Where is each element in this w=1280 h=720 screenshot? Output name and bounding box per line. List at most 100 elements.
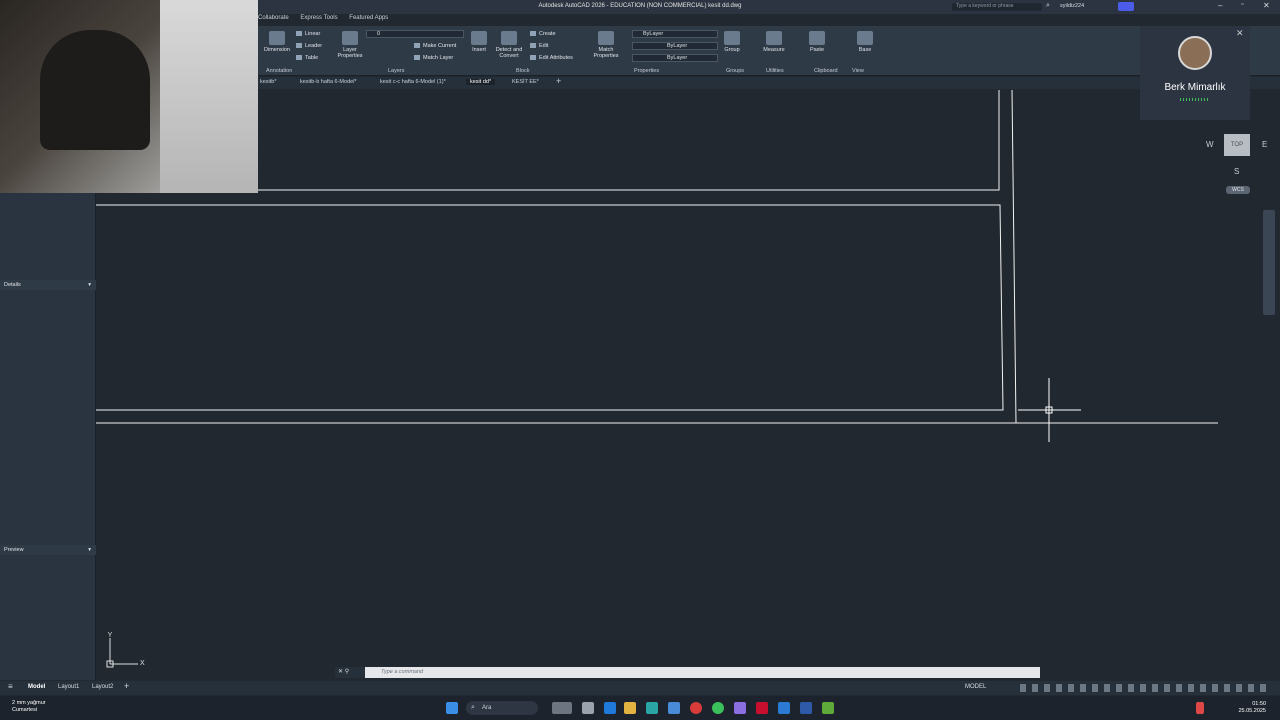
compass-south[interactable]: S	[1234, 167, 1239, 176]
file-tab[interactable]: kesitb-b hafta 6-Model*	[300, 79, 357, 85]
app-icon[interactable]	[778, 702, 790, 714]
edge-icon[interactable]	[646, 702, 658, 714]
close-icon[interactable]: ✕	[1263, 1, 1270, 10]
model-space-toggle[interactable]: MODEL	[965, 684, 986, 690]
chevron-down-icon[interactable]: ▾	[88, 545, 91, 555]
match-properties-button[interactable]: Match Properties	[592, 31, 620, 59]
command-input[interactable]: Type a command	[381, 669, 423, 675]
dimension-button[interactable]: Dimension	[262, 31, 292, 53]
make-current-button[interactable]: Make Current	[414, 43, 456, 49]
wcs-menu[interactable]: WCS	[1226, 186, 1250, 194]
paste-button[interactable]: Paste	[806, 31, 828, 53]
notifications-icon[interactable]	[1118, 2, 1134, 11]
file-tab-active[interactable]: kesit dd*	[466, 79, 496, 85]
table-icon	[296, 55, 302, 61]
app-icon[interactable]	[822, 702, 834, 714]
avatar	[1178, 36, 1212, 70]
microphone-icon[interactable]	[1196, 702, 1204, 714]
match-layer-button[interactable]: Match Layer	[414, 55, 453, 61]
command-line-controls[interactable]: ✕ ⚲	[335, 667, 365, 678]
create-block-button[interactable]: Create	[530, 31, 556, 37]
dimension-icon	[269, 31, 285, 45]
utilities-panel-label[interactable]: Utilities	[766, 68, 784, 74]
viewcube[interactable]: TOP W E S WCS	[1200, 130, 1276, 200]
details-header[interactable]: Details ▾	[0, 280, 96, 290]
tab-layout2[interactable]: Layout2	[92, 684, 113, 690]
ucs-x-label: X	[140, 660, 145, 667]
whatsapp-icon[interactable]	[712, 702, 724, 714]
chevron-down-icon[interactable]: ▾	[88, 280, 91, 290]
store-icon[interactable]	[668, 702, 680, 714]
weather-widget[interactable]: 2 mm yağmur Cumartesi	[12, 700, 46, 714]
system-clock[interactable]: 01:50 25.05.2025	[1238, 701, 1266, 715]
file-explorer-icon[interactable]	[624, 702, 636, 714]
compass-west[interactable]: W	[1206, 140, 1214, 149]
photoshop-icon[interactable]	[800, 702, 812, 714]
edit-block-button[interactable]: Edit	[530, 43, 548, 49]
search-icon[interactable]: ⌕	[1046, 2, 1050, 10]
edit-attributes-button[interactable]: Edit Attributes	[530, 55, 573, 61]
layer-properties-button[interactable]: Layer Properties	[336, 31, 364, 59]
side-palette: Details ▾ Preview ▾	[0, 193, 96, 680]
lineweight-dropdown[interactable]: ByLayer	[632, 54, 718, 62]
file-tab[interactable]: kesitb*	[260, 79, 277, 85]
maximize-icon[interactable]: ▫	[1241, 1, 1243, 8]
ruler-icon	[766, 31, 782, 45]
taskbar-search[interactable]: ⌕ Ara	[466, 701, 538, 715]
hamburger-menu-icon[interactable]: ≡	[8, 682, 13, 691]
properties-panel-label[interactable]: Properties	[634, 68, 659, 74]
help-search-input[interactable]: Type a keyword or phrase	[952, 3, 1042, 11]
linetype-dropdown[interactable]: ByLayer	[632, 42, 718, 50]
base-button[interactable]: Base	[854, 31, 876, 53]
layer-dropdown[interactable]: 0	[366, 30, 464, 38]
file-tab[interactable]: KESİT EE*	[512, 79, 539, 85]
view-panel-label[interactable]: View	[852, 68, 864, 74]
leader-icon	[296, 43, 302, 49]
middle-rectangle	[96, 204, 1004, 411]
autocad-icon[interactable]	[756, 702, 768, 714]
tab-express-tools[interactable]: Express Tools	[300, 15, 337, 21]
compass-east[interactable]: E	[1262, 140, 1267, 149]
ucs-y-label: Y	[108, 632, 113, 639]
detect-convert-button[interactable]: Detect and Convert	[492, 31, 526, 59]
tab-featured-apps[interactable]: Featured Apps	[349, 15, 388, 21]
annotation-panel-label[interactable]: Annotation	[266, 68, 292, 74]
new-tab-plus-icon[interactable]: +	[556, 76, 561, 86]
user-account[interactable]: syildiz224	[1060, 3, 1084, 9]
layout-status-bar: ≡ Model Layout1 Layout2 + MODEL	[0, 681, 1280, 695]
add-layout-plus-icon[interactable]: +	[124, 681, 129, 691]
color-dropdown[interactable]: ByLayer	[632, 30, 718, 38]
drawing-canvas[interactable]	[96, 90, 1280, 680]
viewcube-top-face[interactable]: TOP	[1224, 134, 1250, 156]
groups-panel-label[interactable]: Groups	[726, 68, 744, 74]
group-button[interactable]: Group	[722, 31, 742, 53]
task-view-icon[interactable]	[582, 702, 594, 714]
linear-button[interactable]: Linear	[296, 31, 320, 37]
browser-icon[interactable]	[604, 702, 616, 714]
app-icon[interactable]	[734, 702, 746, 714]
windows-taskbar: 2 mm yağmur Cumartesi ⌕ Ara 01:50 25.05.2…	[0, 696, 1280, 720]
table-button[interactable]: Table	[296, 55, 318, 61]
tab-model[interactable]: Model	[28, 684, 45, 690]
match-layer-icon	[414, 55, 420, 61]
command-line[interactable]: ✕ ⚲ Type a command	[335, 667, 1040, 678]
windows-start-icon[interactable]	[446, 702, 458, 714]
opera-icon[interactable]	[690, 702, 702, 714]
insert-button[interactable]: Insert	[468, 31, 490, 53]
tab-collaborate[interactable]: Collaborate	[258, 15, 289, 21]
participant-name: Berk Mimarlık	[1164, 82, 1226, 93]
layers-panel-label[interactable]: Layers	[388, 68, 405, 74]
leader-button[interactable]: Leader	[296, 43, 322, 49]
minimize-icon[interactable]: –	[1218, 1, 1222, 10]
close-icon[interactable]: ✕	[1236, 28, 1244, 39]
measure-button[interactable]: Measure	[760, 31, 788, 53]
file-tab[interactable]: kesit c-c hafta 6-Model (1)*	[380, 79, 446, 85]
file-tabs: kesitb* kesitb-b hafta 6-Model* kesit c-…	[258, 76, 1280, 89]
tab-layout1[interactable]: Layout1	[58, 684, 79, 690]
navigation-bar[interactable]	[1263, 210, 1275, 315]
status-toggle-icons[interactable]	[1020, 684, 1270, 692]
landscape-widget-icon[interactable]	[552, 702, 572, 714]
block-panel-label[interactable]: Block	[516, 68, 529, 74]
clipboard-panel-label[interactable]: Clipboard	[814, 68, 838, 74]
preview-header[interactable]: Preview ▾	[0, 545, 96, 555]
